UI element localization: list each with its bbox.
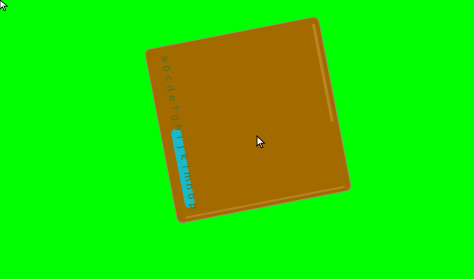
panel-bottom-edge <box>185 185 345 219</box>
desktop-background: a b c d e f g h i j k l m n o p <box>0 0 474 279</box>
vertical-scrollbar[interactable] <box>311 23 334 123</box>
arrow-cursor-icon <box>0 0 9 11</box>
rotated-list-panel[interactable]: a b c d e f g h i j k l m n o p <box>143 15 353 225</box>
arrow-cursor-icon <box>256 135 266 149</box>
letter-list[interactable]: a b c d e f g h i j k l m n o p <box>155 53 201 213</box>
letter-item[interactable]: p <box>187 200 199 212</box>
